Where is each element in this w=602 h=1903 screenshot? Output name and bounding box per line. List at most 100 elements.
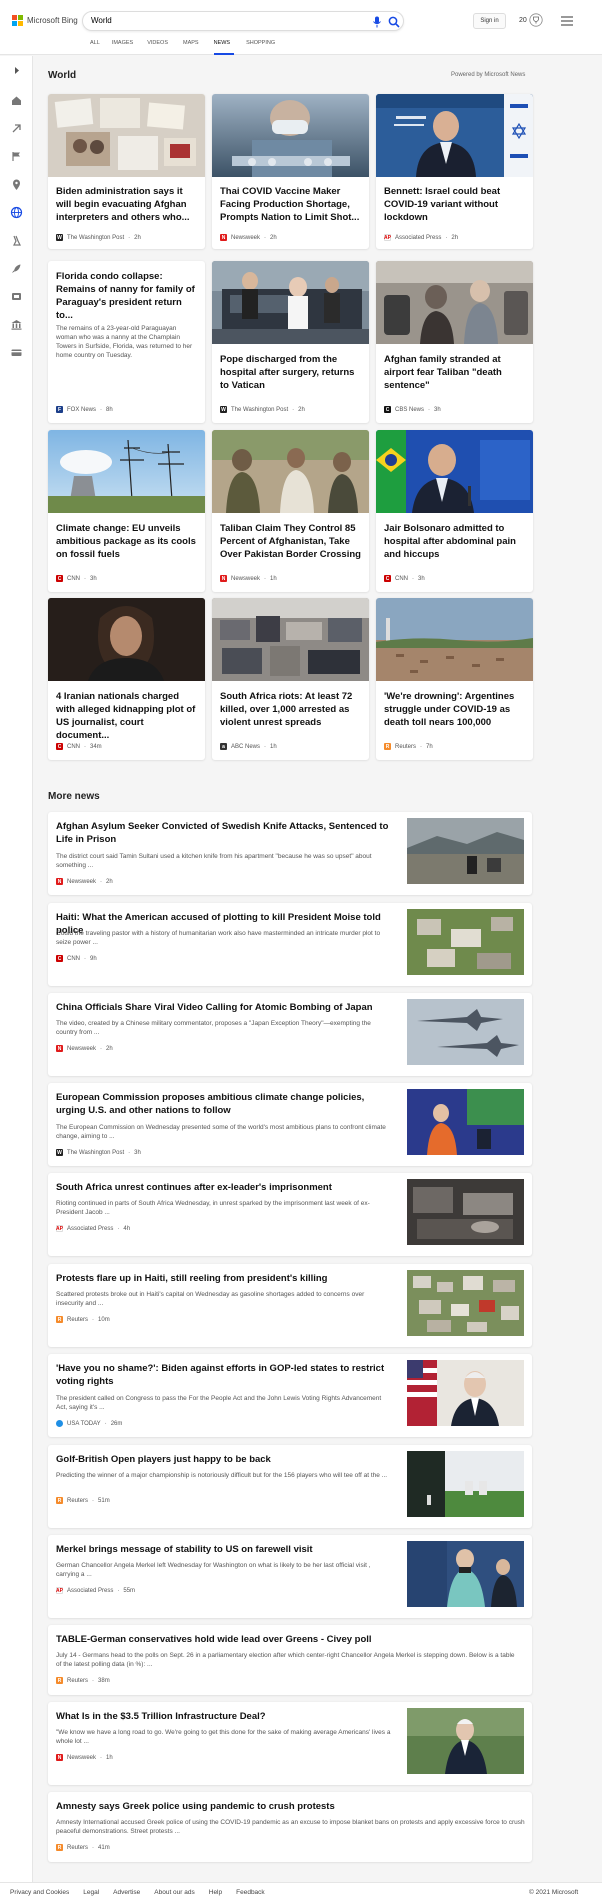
more-news-snippet: Could the traveling pastor with a histor… bbox=[56, 930, 381, 946]
card-headline[interactable]: Biden administration says it will begin … bbox=[56, 185, 197, 224]
expand-chevron-icon[interactable] bbox=[10, 64, 23, 77]
more-news-title: More news bbox=[48, 791, 100, 802]
card-source: C CBS News · 3h bbox=[384, 406, 441, 413]
news-card[interactable]: Bennett: Israel could beat COVID-19 vari… bbox=[376, 94, 533, 249]
sign-in-button[interactable]: Sign in bbox=[473, 13, 506, 29]
tab-all[interactable]: ALL bbox=[90, 40, 112, 55]
search-input[interactable] bbox=[91, 16, 291, 25]
cnn-logo-icon: C bbox=[384, 575, 391, 582]
news-card[interactable]: 4 Iranian nationals charged with alleged… bbox=[48, 598, 205, 760]
news-card[interactable]: Climate change: EU unveils ambitious pac… bbox=[48, 430, 205, 592]
footer-link-advertise[interactable]: Advertise bbox=[113, 1889, 140, 1896]
tab-shopping[interactable]: SHOPPING bbox=[246, 40, 287, 55]
card-headline[interactable]: Climate change: EU unveils ambitious pac… bbox=[56, 522, 197, 561]
tab-images[interactable]: IMAGES bbox=[112, 40, 147, 55]
powered-by-label[interactable]: Powered by Microsoft News bbox=[451, 72, 525, 78]
card-headline[interactable]: Bennett: Israel could beat COVID-19 vari… bbox=[384, 185, 525, 224]
more-news-item[interactable]: Protests flare up in Haiti, still reelin… bbox=[48, 1264, 532, 1347]
top-stories-icon[interactable] bbox=[10, 122, 23, 135]
brand-name: Microsoft Bing bbox=[27, 16, 78, 25]
news-card[interactable]: South Africa riots: At least 72 killed, … bbox=[212, 598, 369, 760]
footer-link-privacy[interactable]: Privacy and Cookies bbox=[10, 1889, 69, 1896]
more-news-headline[interactable]: Golf-British Open players just happy to … bbox=[56, 1453, 391, 1466]
card-source: N Newsweek · 1h bbox=[220, 575, 277, 582]
more-news-item[interactable]: Golf-British Open players just happy to … bbox=[48, 1445, 532, 1528]
science-icon[interactable] bbox=[10, 234, 23, 247]
copyright: © 2021 Microsoft bbox=[529, 1889, 579, 1896]
fox-news-logo-icon: F bbox=[56, 406, 63, 413]
tab-maps[interactable]: MAPS bbox=[183, 40, 214, 55]
more-news-item[interactable]: What Is in the $3.5 Trillion Infrastruct… bbox=[48, 1702, 532, 1785]
more-news-headline[interactable]: Amnesty says Greek police using pandemic… bbox=[56, 1800, 516, 1813]
more-news-item[interactable]: 'Have you no shame?': Biden against effo… bbox=[48, 1354, 532, 1437]
rewards-trophy-icon[interactable] bbox=[529, 13, 543, 27]
footer-link-about-ads[interactable]: About our ads bbox=[154, 1889, 194, 1896]
card-headline[interactable]: 4 Iranian nationals charged with alleged… bbox=[56, 690, 197, 742]
more-news-item[interactable]: South Africa unrest continues after ex-l… bbox=[48, 1173, 532, 1256]
more-news-headline[interactable]: Protests flare up in Haiti, still reelin… bbox=[56, 1272, 391, 1285]
news-card[interactable]: Jair Bolsonaro admitted to hospital afte… bbox=[376, 430, 533, 592]
more-news-headline[interactable]: Merkel brings message of stability to US… bbox=[56, 1543, 391, 1556]
search-icon[interactable] bbox=[388, 16, 400, 28]
more-news-item[interactable]: Haiti: What the American accused of plot… bbox=[48, 903, 532, 986]
more-news-item[interactable]: European Commission proposes ambitious c… bbox=[48, 1083, 532, 1166]
news-card[interactable]: Pope discharged from the hospital after … bbox=[212, 261, 369, 423]
us-flag-icon[interactable] bbox=[10, 150, 23, 163]
card-headline[interactable]: 'We're drowning': Argentines struggle un… bbox=[384, 690, 525, 729]
microphone-icon[interactable] bbox=[372, 16, 382, 28]
more-news-item[interactable]: China Officials Share Viral Video Callin… bbox=[48, 993, 532, 1076]
card-headline[interactable]: Taliban Claim They Control 85 Percent of… bbox=[220, 522, 361, 561]
card-source: R Reuters · 7h bbox=[384, 743, 433, 750]
more-news-headline[interactable]: TABLE-German conservatives hold wide lea… bbox=[56, 1633, 516, 1646]
card-source: AP Associated Press · 2h bbox=[384, 234, 459, 241]
tab-videos[interactable]: VIDEOS bbox=[147, 40, 183, 55]
header: Microsoft Bing Sign in 20 ALL IMAGES VID… bbox=[0, 0, 602, 55]
card-headline[interactable]: Pope discharged from the hospital after … bbox=[220, 353, 361, 392]
more-news-item[interactable]: Amnesty says Greek police using pandemic… bbox=[48, 1792, 532, 1862]
card-headline[interactable]: Florida condo collapse: Remains of nanny… bbox=[56, 270, 197, 322]
more-news-headline[interactable]: European Commission proposes ambitious c… bbox=[56, 1091, 391, 1117]
more-news-thumbnail bbox=[407, 999, 524, 1065]
more-news-item[interactable]: Afghan Asylum Seeker Convicted of Swedis… bbox=[48, 812, 532, 895]
reuters-logo-icon: R bbox=[56, 1844, 63, 1851]
card-headline[interactable]: Jair Bolsonaro admitted to hospital afte… bbox=[384, 522, 525, 561]
more-news-headline[interactable]: South Africa unrest continues after ex-l… bbox=[56, 1181, 391, 1194]
newsweek-logo-icon: N bbox=[220, 234, 227, 241]
politics-building-icon[interactable] bbox=[10, 318, 23, 331]
entertainment-icon[interactable] bbox=[10, 290, 23, 303]
hamburger-menu-icon[interactable] bbox=[561, 16, 573, 26]
more-news-thumbnail bbox=[407, 1179, 524, 1245]
more-news-headline[interactable]: 'Have you no shame?': Biden against effo… bbox=[56, 1362, 391, 1388]
more-news-headline[interactable]: Afghan Asylum Seeker Convicted of Swedis… bbox=[56, 820, 391, 846]
news-card[interactable]: Biden administration says it will begin … bbox=[48, 94, 205, 249]
newsweek-logo-icon: N bbox=[56, 1754, 63, 1761]
footer-link-feedback[interactable]: Feedback bbox=[236, 1889, 265, 1896]
more-news-snippet: The European Commission on Wednesday pre… bbox=[56, 1124, 386, 1140]
money-card-icon[interactable] bbox=[10, 346, 23, 359]
news-card[interactable]: Thai COVID Vaccine Maker Facing Producti… bbox=[212, 94, 369, 249]
washington-post-logo-icon: W bbox=[220, 406, 227, 413]
more-news-headline[interactable]: China Officials Share Viral Video Callin… bbox=[56, 1001, 391, 1014]
card-source: W The Washington Post · 2h bbox=[220, 406, 305, 413]
card-headline[interactable]: Afghan family stranded at airport fear T… bbox=[384, 353, 525, 392]
news-card[interactable]: Taliban Claim They Control 85 Percent of… bbox=[212, 430, 369, 592]
world-globe-icon[interactable] bbox=[10, 206, 23, 219]
news-card-image bbox=[212, 94, 369, 177]
home-icon[interactable] bbox=[10, 94, 23, 107]
news-card[interactable]: Afghan family stranded at airport fear T… bbox=[376, 261, 533, 423]
local-pin-icon[interactable] bbox=[10, 178, 23, 191]
more-news-headline[interactable]: What Is in the $3.5 Trillion Infrastruct… bbox=[56, 1710, 391, 1723]
news-card[interactable]: 'We're drowning': Argentines struggle un… bbox=[376, 598, 533, 760]
card-headline[interactable]: Thai COVID Vaccine Maker Facing Producti… bbox=[220, 185, 361, 224]
technology-rocket-icon[interactable] bbox=[10, 262, 23, 275]
card-source: C CNN · 3h bbox=[384, 575, 425, 582]
bing-logo[interactable]: Microsoft Bing bbox=[12, 15, 78, 26]
card-headline[interactable]: South Africa riots: At least 72 killed, … bbox=[220, 690, 361, 729]
footer-link-help[interactable]: Help bbox=[209, 1889, 222, 1896]
more-news-item[interactable]: Merkel brings message of stability to US… bbox=[48, 1535, 532, 1618]
footer-link-legal[interactable]: Legal bbox=[83, 1889, 99, 1896]
news-card[interactable]: Florida condo collapse: Remains of nanny… bbox=[48, 261, 205, 423]
more-news-item[interactable]: TABLE-German conservatives hold wide lea… bbox=[48, 1625, 532, 1695]
rewards-count[interactable]: 20 bbox=[519, 17, 527, 24]
tab-news[interactable]: NEWS bbox=[213, 40, 247, 55]
